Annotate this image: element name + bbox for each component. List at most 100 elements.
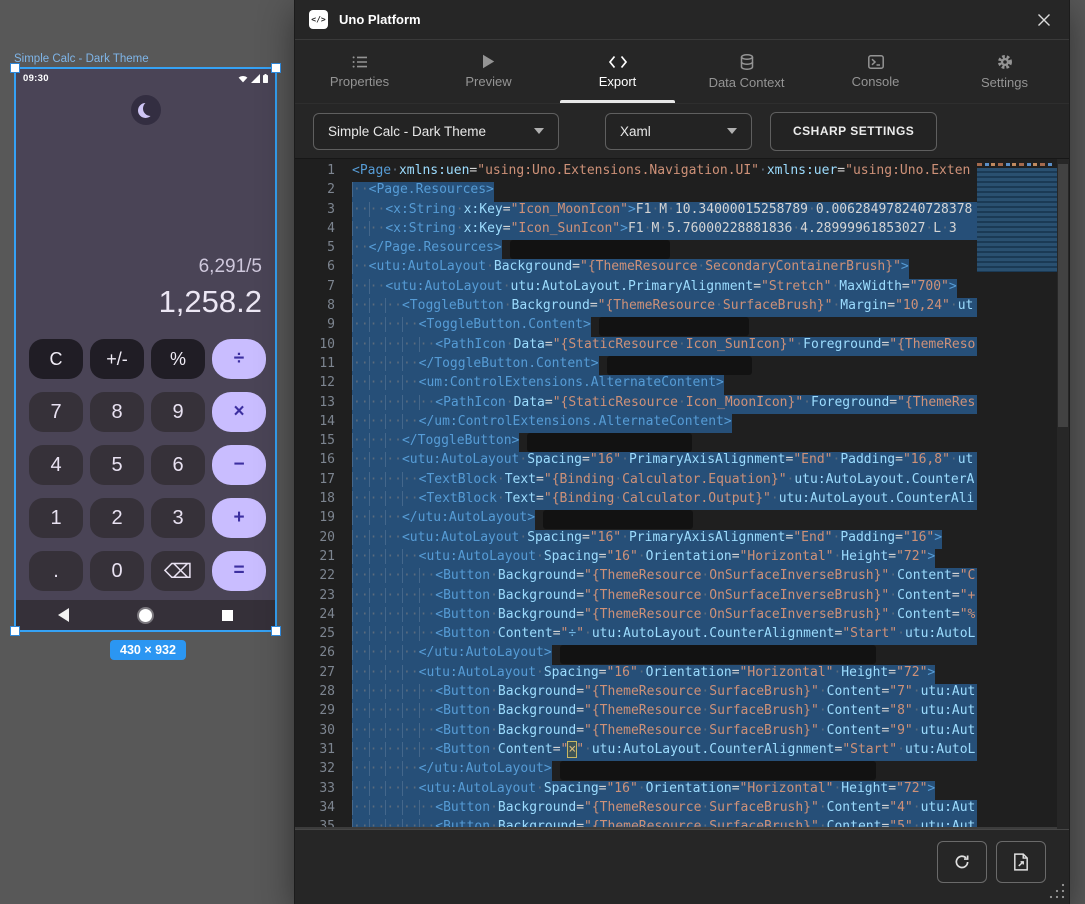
- code-line: 18········<TextBlock·Text="{Binding·Calc…: [295, 491, 977, 510]
- minimap-line: [977, 163, 1053, 166]
- code-line: 16······<utu:AutoLayout·Spacing="16"·Pri…: [295, 452, 977, 471]
- code-line-text: ········<TextBlock·Text="{Binding·Calcul…: [352, 472, 977, 491]
- wifi-icon: [238, 74, 248, 83]
- signal-icon: [251, 74, 260, 83]
- status-bar: 09:30: [16, 69, 275, 85]
- key-4[interactable]: 4: [29, 445, 83, 485]
- line-number: 8: [295, 298, 335, 317]
- code-line-text: ······<utu:AutoLayout·Spacing="16"·Prima…: [352, 452, 977, 471]
- code-line-text: ··········<PathIcon·Data="{StaticResourc…: [352, 395, 977, 414]
- export-file-button[interactable]: [996, 841, 1046, 883]
- code-line-text: ········<utu:AutoLayout·Spacing="16"·Ori…: [352, 665, 935, 684]
- scrollbar-thumb[interactable]: [1058, 164, 1068, 427]
- refresh-icon: [953, 853, 971, 871]
- status-time: 09:30: [23, 73, 49, 84]
- key-C[interactable]: C: [29, 339, 83, 379]
- close-button[interactable]: [1033, 9, 1055, 31]
- code-line: 27········<utu:AutoLayout·Spacing="16"·O…: [295, 665, 977, 684]
- key-×[interactable]: ×: [212, 392, 266, 432]
- code-line-text: ········</um:ControlExtensions.Alternate…: [352, 414, 732, 433]
- key-.[interactable]: .: [29, 551, 83, 591]
- code-line: 26 ········</utu:AutoLayout>: [295, 645, 977, 664]
- code-line: 24··········<Button·Background="{ThemeRe…: [295, 607, 977, 626]
- line-end-block: [560, 761, 876, 780]
- key-2[interactable]: 2: [90, 498, 144, 538]
- key-%[interactable]: %: [151, 339, 205, 379]
- code-line-text: ········</utu:AutoLayout>: [352, 761, 552, 780]
- code-line: 3····<x:String·x:Key="Icon_MoonIcon">F1·…: [295, 202, 977, 221]
- selection-handle-bottom-left[interactable]: [10, 626, 20, 636]
- code-line: 19······</utu:AutoLayout>: [295, 510, 977, 529]
- theme-toggle-button[interactable]: [131, 95, 161, 125]
- code-line-text: ······<utu:AutoLayout·Spacing="16"·Prima…: [352, 530, 942, 549]
- code-line-text: ········</utu:AutoLayout>: [352, 645, 552, 664]
- line-number: 10: [295, 337, 335, 356]
- key-7[interactable]: 7: [29, 392, 83, 432]
- code-line: 7····<utu:AutoLayout·utu:AutoLayout.Prim…: [295, 279, 977, 298]
- line-number: 31: [295, 742, 335, 761]
- line-number: 28: [295, 684, 335, 703]
- format-select[interactable]: Xaml: [605, 113, 752, 150]
- key-8[interactable]: 8: [90, 392, 144, 432]
- theme-select[interactable]: Simple Calc - Dark Theme: [313, 113, 559, 150]
- code-line: 28 ··········<Button·Background="{ThemeRe…: [295, 684, 977, 703]
- line-number: 18: [295, 491, 335, 510]
- window-title-bar: </> Uno Platform: [295, 0, 1069, 40]
- key-÷[interactable]: ÷: [212, 339, 266, 379]
- selection-handle-bottom-right[interactable]: [271, 626, 281, 636]
- refresh-button[interactable]: [937, 841, 987, 883]
- tab-console[interactable]: Console: [811, 40, 940, 103]
- key-+/-[interactable]: +/-: [90, 339, 144, 379]
- key-=[interactable]: =: [212, 551, 266, 591]
- phone-preview-frame[interactable]: 09:30 6,291/5 1,258.2 C+/-%÷789×456−123+…: [14, 67, 277, 632]
- line-number: 9: [295, 317, 335, 336]
- resize-grip[interactable]: [1048, 882, 1066, 900]
- tab-preview[interactable]: Preview: [424, 40, 553, 103]
- key-1[interactable]: 1: [29, 498, 83, 538]
- tab-export[interactable]: Export: [553, 40, 682, 103]
- key-9[interactable]: 9: [151, 392, 205, 432]
- code-line-text: ········</ToggleButton.Content>: [352, 356, 599, 375]
- tab-label: Properties: [330, 74, 389, 89]
- code-line: 30··········<Button·Background="{ThemeRe…: [295, 723, 977, 742]
- code-line-text: ········<ToggleButton.Content>: [352, 317, 591, 336]
- moon-icon: [138, 103, 153, 118]
- line-number: 1: [295, 163, 335, 182]
- line-number: 34: [295, 800, 335, 819]
- line-number: 6: [295, 259, 335, 278]
- key-6[interactable]: 6: [151, 445, 205, 485]
- code-line-text: ··</Page.Resources>: [352, 240, 502, 259]
- line-number: 2: [295, 182, 335, 201]
- calculator-keypad: C+/-%÷ 789× 456− 123+.0⌫=: [29, 339, 266, 591]
- tab-properties[interactable]: Properties: [295, 40, 424, 103]
- line-number: 11: [295, 356, 335, 375]
- code-line-text: <Page·xmlns:uen="using:Uno.Extensions.Na…: [352, 163, 970, 182]
- selection-handle-top-right[interactable]: [271, 63, 281, 73]
- line-number: 15: [295, 433, 335, 452]
- key-5[interactable]: 5: [90, 445, 144, 485]
- nav-recents-icon[interactable]: [222, 610, 233, 621]
- tab-data-context[interactable]: Data Context: [682, 40, 811, 103]
- vertical-scrollbar[interactable]: [1057, 159, 1069, 830]
- csharp-settings-button[interactable]: CSHARP SETTINGS: [770, 112, 937, 151]
- key-3[interactable]: 3: [151, 498, 205, 538]
- selection-handle-top-left[interactable]: [10, 63, 20, 73]
- nav-home-icon[interactable]: [139, 609, 152, 622]
- minimap[interactable]: [977, 163, 1057, 272]
- line-number: 26: [295, 645, 335, 664]
- code-line: 10··········<PathIcon·Data="{StaticResou…: [295, 337, 977, 356]
- key-−[interactable]: −: [212, 445, 266, 485]
- frame-label[interactable]: Simple Calc - Dark Theme: [14, 53, 149, 65]
- key-0[interactable]: 0: [90, 551, 144, 591]
- code-line-text: ··········<Button·Background="{ThemeReso…: [352, 684, 977, 703]
- code-line: 8······<ToggleButton·Background="{ThemeR…: [295, 298, 977, 317]
- code-editor[interactable]: 1 <Page·xmlns:uen="using:Uno.Extensions.N…: [295, 158, 1069, 830]
- tab-settings[interactable]: Settings: [940, 40, 1069, 103]
- line-end-block: [510, 240, 670, 259]
- frame-size-badge: 430 × 932: [110, 640, 186, 660]
- nav-back-icon[interactable]: [58, 608, 69, 622]
- line-end-block: [607, 356, 752, 375]
- line-number: 20: [295, 530, 335, 549]
- key-⌫[interactable]: ⌫: [151, 551, 205, 591]
- key-+[interactable]: +: [212, 498, 266, 538]
